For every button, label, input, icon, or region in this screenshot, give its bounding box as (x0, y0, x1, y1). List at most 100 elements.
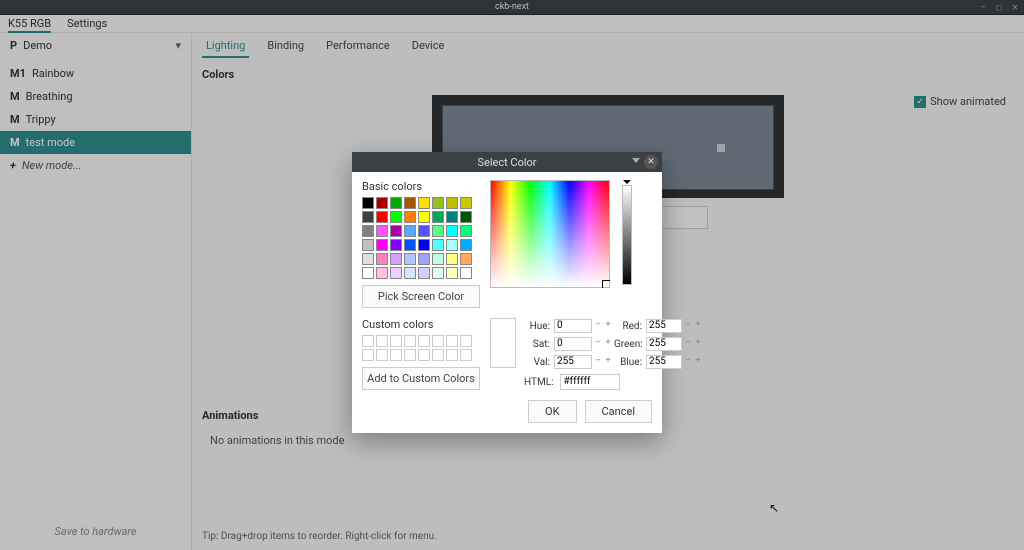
red-input[interactable]: 255 (646, 319, 682, 333)
basic-color-swatch[interactable] (446, 197, 458, 209)
hue-dec-icon[interactable]: – (594, 319, 602, 333)
ok-button[interactable]: OK (528, 400, 576, 423)
basic-color-swatch[interactable] (362, 267, 374, 279)
basic-color-swatch[interactable] (362, 253, 374, 265)
val-dec-icon[interactable]: – (594, 355, 602, 369)
basic-color-swatch[interactable] (376, 197, 388, 209)
window-min-icon[interactable]: – (978, 2, 988, 12)
basic-color-swatch[interactable] (362, 239, 374, 251)
basic-color-swatch[interactable] (418, 197, 430, 209)
basic-color-swatch[interactable] (390, 239, 402, 251)
custom-color-swatch[interactable] (446, 335, 458, 347)
custom-color-swatch[interactable] (362, 335, 374, 347)
green-inc-icon[interactable]: + (694, 337, 702, 351)
basic-color-swatch[interactable] (446, 239, 458, 251)
html-input[interactable]: #ffffff (560, 374, 620, 390)
basic-color-swatch[interactable] (418, 225, 430, 237)
basic-color-swatch[interactable] (418, 253, 430, 265)
basic-color-swatch[interactable] (404, 225, 416, 237)
basic-color-swatch[interactable] (404, 267, 416, 279)
basic-color-swatch[interactable] (460, 253, 472, 265)
basic-color-swatch[interactable] (362, 197, 374, 209)
basic-color-swatch[interactable] (390, 225, 402, 237)
green-input[interactable]: 255 (646, 337, 682, 351)
basic-color-swatch[interactable] (362, 225, 374, 237)
custom-color-swatch[interactable] (390, 349, 402, 361)
basic-color-swatch[interactable] (376, 225, 388, 237)
basic-color-swatch[interactable] (376, 239, 388, 251)
red-dec-icon[interactable]: – (684, 319, 692, 333)
sat-dec-icon[interactable]: – (594, 337, 602, 351)
val-inc-icon[interactable]: + (604, 355, 612, 369)
custom-color-swatch[interactable] (432, 335, 444, 347)
window-max-icon[interactable]: ◻ (994, 2, 1004, 12)
blue-dec-icon[interactable]: – (684, 355, 692, 369)
basic-color-swatch[interactable] (460, 267, 472, 279)
green-label: Green: (614, 339, 644, 350)
custom-color-swatch[interactable] (418, 349, 430, 361)
custom-color-swatch[interactable] (362, 349, 374, 361)
sat-input[interactable]: 0 (554, 337, 592, 351)
basic-color-swatch[interactable] (418, 239, 430, 251)
val-label: Val: (524, 357, 552, 368)
basic-color-swatch[interactable] (418, 211, 430, 223)
hue-inc-icon[interactable]: + (604, 319, 612, 333)
basic-color-swatch[interactable] (446, 225, 458, 237)
basic-color-swatch[interactable] (404, 197, 416, 209)
custom-color-swatch[interactable] (460, 349, 472, 361)
custom-color-swatch[interactable] (404, 335, 416, 347)
value-slider[interactable] (622, 185, 632, 285)
dialog-titlebar[interactable]: Select Color ✕ (352, 152, 662, 172)
custom-color-swatch[interactable] (376, 335, 388, 347)
basic-color-swatch[interactable] (390, 267, 402, 279)
basic-color-swatch[interactable] (404, 211, 416, 223)
add-to-custom-button[interactable]: Add to Custom Colors (362, 367, 480, 390)
color-spectrum[interactable] (490, 180, 610, 288)
window-close-icon[interactable]: ✕ (1010, 2, 1020, 12)
val-input[interactable]: 255 (554, 355, 592, 369)
basic-color-swatch[interactable] (432, 225, 444, 237)
spectrum-handle-icon[interactable] (602, 280, 610, 288)
basic-color-swatch[interactable] (432, 239, 444, 251)
basic-color-swatch[interactable] (432, 197, 444, 209)
green-dec-icon[interactable]: – (684, 337, 692, 351)
pick-screen-color-button[interactable]: Pick Screen Color (362, 285, 480, 308)
basic-color-swatch[interactable] (376, 253, 388, 265)
custom-color-swatch[interactable] (418, 335, 430, 347)
basic-color-swatch[interactable] (418, 267, 430, 279)
blue-label: Blue: (614, 357, 644, 368)
basic-color-swatch[interactable] (460, 239, 472, 251)
basic-color-swatch[interactable] (362, 211, 374, 223)
basic-color-swatch[interactable] (446, 267, 458, 279)
basic-color-swatch[interactable] (460, 197, 472, 209)
custom-color-swatch[interactable] (376, 349, 388, 361)
hue-input[interactable]: 0 (554, 319, 592, 333)
basic-color-swatch[interactable] (460, 211, 472, 223)
custom-color-swatch[interactable] (432, 349, 444, 361)
basic-color-swatch[interactable] (376, 211, 388, 223)
sat-inc-icon[interactable]: + (604, 337, 612, 351)
custom-color-swatch[interactable] (390, 335, 402, 347)
basic-color-swatch[interactable] (432, 211, 444, 223)
basic-color-swatch[interactable] (446, 253, 458, 265)
custom-color-swatch[interactable] (404, 349, 416, 361)
basic-color-swatch[interactable] (460, 225, 472, 237)
shade-icon[interactable] (632, 158, 640, 163)
basic-color-swatch[interactable] (390, 197, 402, 209)
custom-color-swatch[interactable] (460, 335, 472, 347)
close-icon[interactable]: ✕ (644, 155, 658, 169)
red-inc-icon[interactable]: + (694, 319, 702, 333)
basic-color-swatch[interactable] (390, 211, 402, 223)
blue-input[interactable]: 255 (646, 355, 682, 369)
basic-color-swatch[interactable] (404, 253, 416, 265)
basic-color-swatch[interactable] (390, 253, 402, 265)
cancel-button[interactable]: Cancel (585, 400, 652, 423)
basic-color-swatch[interactable] (432, 267, 444, 279)
basic-color-swatch[interactable] (432, 253, 444, 265)
basic-color-swatch[interactable] (404, 239, 416, 251)
basic-color-swatch[interactable] (376, 267, 388, 279)
basic-color-swatch[interactable] (446, 211, 458, 223)
sat-label: Sat: (524, 339, 552, 350)
custom-color-swatch[interactable] (446, 349, 458, 361)
blue-inc-icon[interactable]: + (694, 355, 702, 369)
